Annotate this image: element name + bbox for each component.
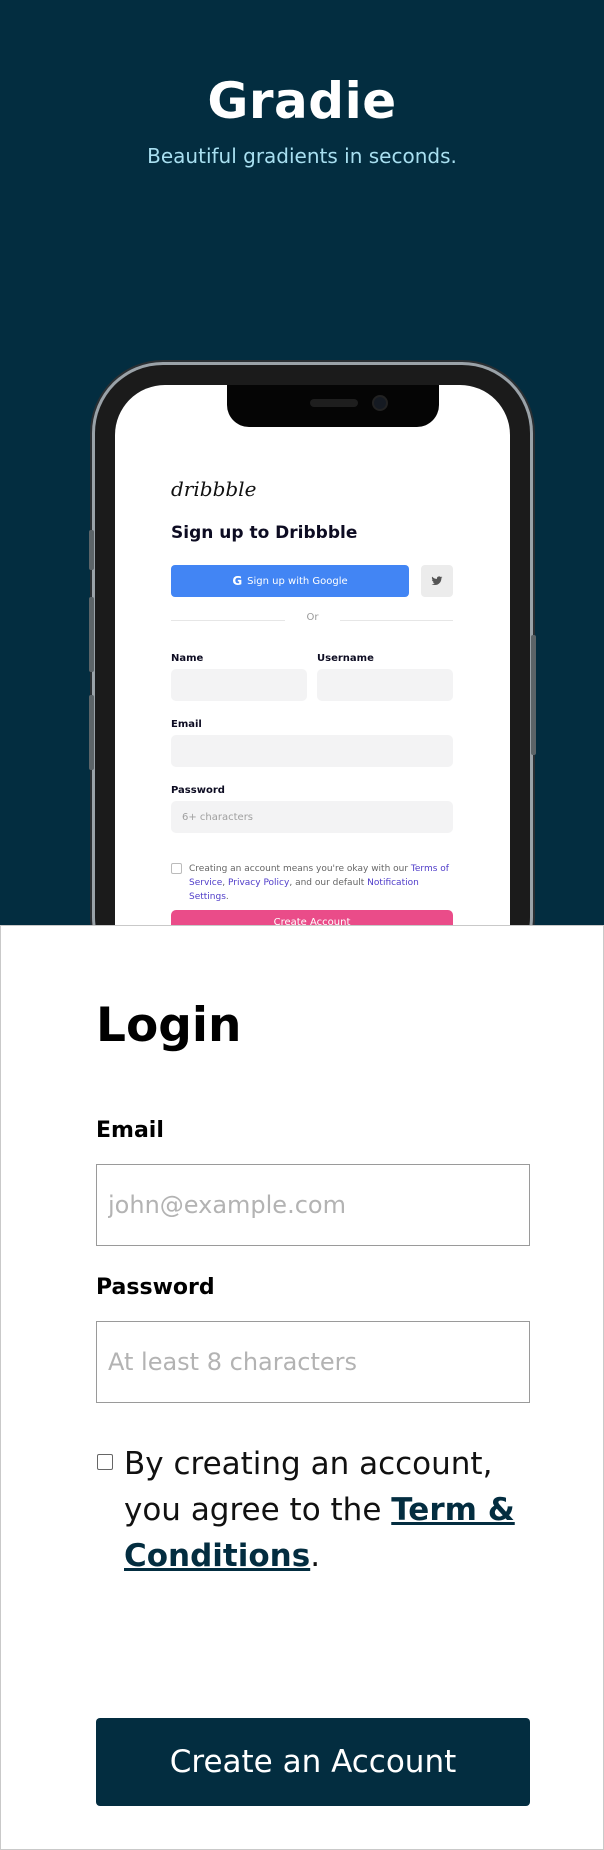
password-label-mock: Password [171, 785, 225, 796]
phone-notch [227, 385, 439, 427]
phone-power-button [531, 635, 536, 755]
hero-section: Gradie Beautiful gradients in seconds. d… [0, 0, 604, 925]
google-signup-button: G Sign up with Google [171, 565, 409, 597]
or-text: Or [285, 612, 340, 623]
privacy-link-mock: Privacy Policy [228, 878, 290, 888]
password-field-mock: 6+ characters [171, 801, 453, 833]
phone-volume-up [89, 597, 94, 672]
dribbble-logo: dribbble [171, 477, 257, 501]
google-icon: G [232, 574, 243, 588]
email-label-mock: Email [171, 719, 202, 730]
terms-middle: , and our default [289, 878, 368, 888]
password-input[interactable] [96, 1321, 530, 1403]
terms-checkbox-mock [171, 863, 182, 874]
terms-agreement-text: By creating an account, you agree to the… [124, 1441, 524, 1579]
agree-suffix: . [310, 1538, 321, 1574]
twitter-icon [421, 565, 453, 597]
phone-mute-switch [89, 530, 94, 570]
login-title: Login [96, 998, 242, 1053]
dribbble-signup-title: Sign up to Dribbble [171, 523, 358, 543]
name-field [171, 669, 307, 701]
speaker-grille [310, 399, 358, 407]
camera-icon [372, 395, 388, 411]
terms-prefix: Creating an account means you're okay wi… [189, 864, 411, 874]
phone-volume-down [89, 695, 94, 770]
email-input[interactable] [96, 1164, 530, 1246]
password-label: Password [96, 1275, 215, 1300]
create-account-button[interactable]: Create an Account [96, 1718, 530, 1806]
brand-tagline: Beautiful gradients in seconds. [147, 144, 457, 168]
brand-title: Gradie [207, 72, 397, 130]
terms-checkbox[interactable] [97, 1454, 113, 1470]
email-field-mock [171, 735, 453, 767]
password-placeholder-mock: 6+ characters [182, 811, 254, 823]
username-label: Username [317, 653, 374, 664]
google-signup-label: Sign up with Google [247, 575, 348, 587]
login-card: Login Email Password By creating an acco… [0, 925, 604, 1850]
username-field [317, 669, 453, 701]
email-label: Email [96, 1118, 164, 1143]
create-account-button-mock: Create Account [171, 910, 453, 925]
terms-text-mock: Creating an account means you're okay wi… [189, 864, 449, 902]
phone-mockup: dribbble Sign up to Dribbble G Sign up w… [89, 365, 536, 925]
name-label: Name [171, 653, 204, 664]
phone-screen: dribbble Sign up to Dribbble G Sign up w… [115, 385, 510, 925]
